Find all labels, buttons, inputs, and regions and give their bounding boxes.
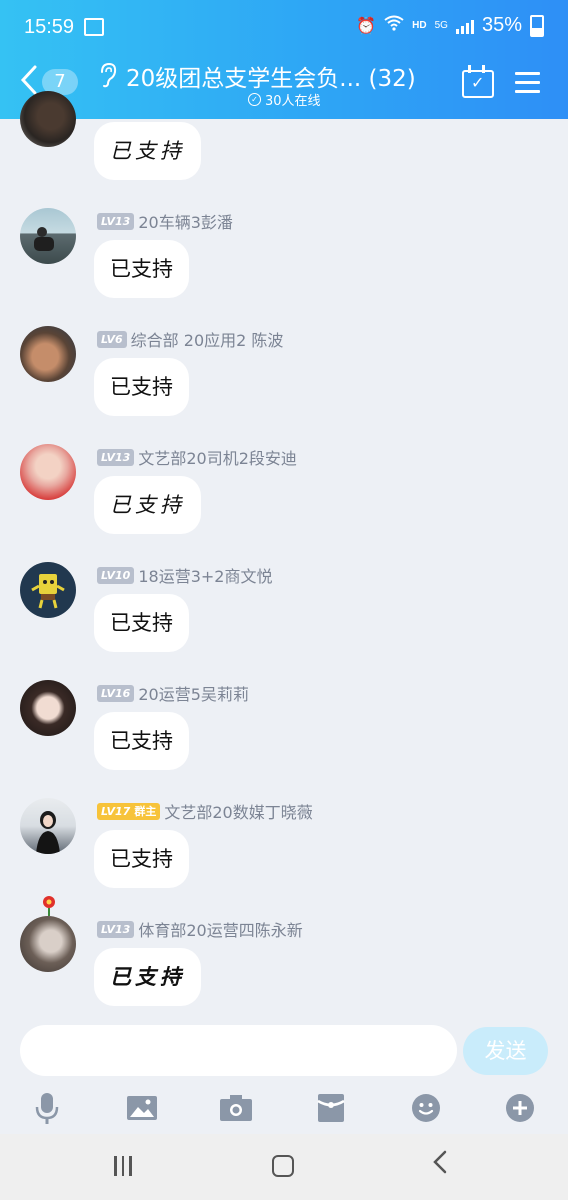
sender-row: LV10 18运营3+2商文悦	[97, 563, 272, 587]
level-badge: LV13	[97, 448, 135, 466]
avatar[interactable]	[20, 562, 76, 618]
red-packet-icon[interactable]	[311, 1088, 351, 1128]
flower-pendant-icon	[40, 894, 58, 920]
network-type: 5G	[434, 19, 448, 31]
camera-icon[interactable]	[216, 1088, 256, 1128]
avatar[interactable]	[20, 916, 76, 972]
level-badge: LV10	[97, 566, 135, 584]
sender-row: LV16 20运营5吴莉莉	[97, 681, 249, 705]
avatar[interactable]	[20, 208, 76, 264]
emoji-icon[interactable]	[406, 1088, 446, 1128]
header: 15:59 ⏰ HD 5G 35% 7 20级团总支学生会负... (32) ✓…	[0, 0, 568, 119]
plus-icon[interactable]	[500, 1088, 540, 1128]
image-icon[interactable]	[122, 1088, 162, 1128]
sender-name[interactable]: 体育部20运营四陈永新	[138, 917, 302, 941]
level-badge: LV6	[97, 330, 127, 348]
message-bubble[interactable]: 已支持	[94, 948, 201, 1006]
level-badge: LV16	[97, 684, 135, 702]
battery-percent: 35%	[481, 14, 522, 36]
message-bubble[interactable]: 已支持	[94, 122, 201, 180]
alarm-icon: ⏰	[356, 17, 377, 35]
online-status: ✓ 30人在线	[248, 90, 321, 109]
message-bubble[interactable]: 已支持	[94, 594, 189, 652]
avatar[interactable]	[20, 326, 76, 382]
gallery-icon	[84, 18, 104, 36]
level-text: LV17	[101, 804, 131, 818]
sender-name[interactable]: 文艺部20司机2段安迪	[138, 445, 297, 469]
check-circle-icon: ✓	[248, 93, 261, 106]
avatar[interactable]	[20, 680, 76, 736]
sender-name[interactable]: 20运营5吴莉莉	[138, 681, 249, 705]
hd-indicator: HD	[412, 20, 427, 31]
message-input[interactable]	[20, 1025, 457, 1076]
chat-header: 7 20级团总支学生会负... (32) ✓ 30人在线 ✓	[0, 56, 568, 119]
status-right: ⏰ HD 5G 35%	[356, 14, 544, 37]
sender-row: LV17 群主 文艺部20数媒丁晓薇	[97, 799, 313, 823]
calendar-check-icon[interactable]: ✓	[462, 65, 494, 98]
menu-icon[interactable]	[515, 72, 540, 99]
system-back-icon[interactable]	[433, 1150, 447, 1179]
avatar[interactable]	[20, 91, 76, 147]
sender-name[interactable]: 20车辆3彭潘	[138, 209, 233, 233]
ear-icon[interactable]	[98, 62, 118, 88]
message-bubble[interactable]: 已支持	[94, 358, 189, 416]
sender-name[interactable]: 18运营3+2商文悦	[138, 563, 272, 587]
level-badge: LV13	[97, 212, 135, 230]
message-bubble[interactable]: 已支持	[94, 476, 201, 534]
message-bubble[interactable]: 已支持	[94, 712, 189, 770]
avatar[interactable]	[20, 444, 76, 500]
input-toolbar	[0, 1082, 568, 1132]
home-icon[interactable]	[272, 1155, 294, 1177]
level-badge: LV17 群主	[97, 802, 161, 820]
online-count: 30人在线	[265, 94, 321, 109]
status-bar: 15:59 ⏰ HD 5G 35%	[0, 0, 568, 56]
system-nav-bar	[0, 1134, 568, 1200]
recents-icon[interactable]	[114, 1156, 132, 1176]
battery-icon	[530, 14, 544, 37]
message-bubble[interactable]: 已支持	[94, 830, 189, 888]
sender-row: LV13 体育部20运营四陈永新	[97, 917, 303, 941]
group-owner-tag: 群主	[134, 804, 157, 818]
sender-name[interactable]: 综合部 20应用2 陈波	[131, 327, 284, 351]
avatar[interactable]	[20, 798, 76, 854]
send-button[interactable]: 发送	[463, 1027, 548, 1075]
sender-row: LV13 20车辆3彭潘	[97, 209, 233, 233]
level-badge: LV13	[97, 920, 135, 938]
sender-row: LV6 综合部 20应用2 陈波	[97, 327, 283, 351]
message-bubble[interactable]: 已支持	[94, 240, 189, 298]
wifi-icon	[384, 15, 404, 36]
mic-icon[interactable]	[27, 1088, 67, 1128]
signal-icon	[455, 18, 474, 34]
sender-name[interactable]: 文艺部20数媒丁晓薇	[164, 799, 312, 823]
status-time: 15:59	[24, 16, 75, 38]
sender-row: LV13 文艺部20司机2段安迪	[97, 445, 297, 469]
group-title[interactable]: 20级团总支学生会负... (32)	[126, 59, 416, 93]
